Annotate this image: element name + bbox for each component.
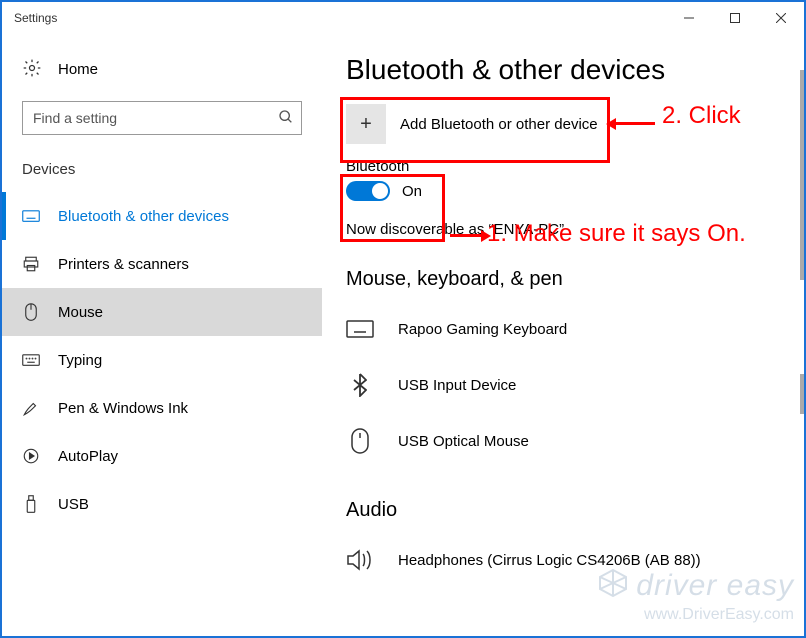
- plus-icon: +: [346, 104, 386, 144]
- gear-icon: [22, 58, 42, 81]
- section-header-audio: Audio: [346, 499, 804, 522]
- keyboard-icon: [346, 320, 374, 338]
- window-title: Settings: [14, 11, 57, 25]
- discoverable-text: Now discoverable as “ENYA-PC”: [346, 221, 804, 238]
- settings-window: Settings Home Devices B: [0, 0, 806, 638]
- mouse-icon: [346, 428, 374, 454]
- device-name: USB Optical Mouse: [398, 433, 529, 450]
- sidebar-item-label: Mouse: [58, 304, 103, 321]
- sidebar-item-pen[interactable]: Pen & Windows Ink: [2, 384, 322, 432]
- sidebar: Home Devices Bluetooth & other devices P…: [2, 34, 322, 636]
- sidebar-item-printers[interactable]: Printers & scanners: [2, 240, 322, 288]
- sidebar-item-usb[interactable]: USB: [2, 480, 322, 528]
- titlebar: Settings: [2, 2, 804, 34]
- device-name: Headphones (Cirrus Logic CS4206B (AB 88)…: [398, 552, 701, 569]
- pen-icon: [22, 399, 40, 417]
- page-title: Bluetooth & other devices: [346, 54, 804, 86]
- search-wrap: [22, 101, 302, 135]
- keyboard-icon: [22, 354, 40, 366]
- add-device-label: Add Bluetooth or other device: [400, 116, 598, 133]
- sidebar-item-label: USB: [58, 496, 89, 513]
- bluetooth-section: Bluetooth On: [346, 158, 804, 201]
- autoplay-icon: [22, 447, 40, 465]
- speaker-icon: [346, 549, 374, 571]
- home-label: Home: [58, 61, 98, 78]
- device-item[interactable]: Rapoo Gaming Keyboard: [346, 301, 804, 357]
- printer-icon: [22, 255, 40, 273]
- device-item[interactable]: Headphones (Cirrus Logic CS4206B (AB 88)…: [346, 532, 804, 588]
- usb-icon: [22, 495, 40, 513]
- minimize-button[interactable]: [666, 2, 712, 34]
- search-input[interactable]: [22, 101, 302, 135]
- keyboard-bt-icon: [22, 209, 40, 223]
- device-name: USB Input Device: [398, 377, 516, 394]
- sidebar-item-label: Printers & scanners: [58, 256, 189, 273]
- sidebar-item-bluetooth[interactable]: Bluetooth & other devices: [2, 192, 322, 240]
- sidebar-item-autoplay[interactable]: AutoPlay: [2, 432, 322, 480]
- bluetooth-toggle[interactable]: [346, 181, 390, 201]
- annotation-arrow: [615, 122, 655, 125]
- sidebar-item-typing[interactable]: Typing: [2, 336, 322, 384]
- window-buttons: [666, 2, 804, 34]
- bluetooth-state: On: [402, 183, 422, 200]
- sidebar-item-label: Typing: [58, 352, 102, 369]
- sidebar-item-label: Pen & Windows Ink: [58, 400, 188, 417]
- group-header: Devices: [2, 161, 322, 192]
- bluetooth-label: Bluetooth: [346, 158, 804, 175]
- device-item[interactable]: USB Input Device: [346, 357, 804, 413]
- close-button[interactable]: [758, 2, 804, 34]
- scrollbar[interactable]: [800, 70, 804, 280]
- home-link[interactable]: Home: [2, 58, 322, 101]
- section-header-devices: Mouse, keyboard, & pen: [346, 268, 804, 291]
- device-item[interactable]: USB Optical Mouse: [346, 413, 804, 469]
- sidebar-item-label: AutoPlay: [58, 448, 118, 465]
- main-panel: Bluetooth & other devices + Add Bluetoot…: [322, 34, 804, 636]
- maximize-button[interactable]: [712, 2, 758, 34]
- sidebar-item-label: Bluetooth & other devices: [58, 208, 229, 225]
- scrollbar[interactable]: [800, 374, 804, 414]
- bluetooth-icon: [346, 373, 374, 397]
- annotation-arrow: [450, 234, 482, 237]
- sidebar-item-mouse[interactable]: Mouse: [2, 288, 322, 336]
- device-name: Rapoo Gaming Keyboard: [398, 321, 567, 338]
- add-device-button[interactable]: + Add Bluetooth or other device: [346, 104, 606, 144]
- mouse-icon: [22, 303, 40, 321]
